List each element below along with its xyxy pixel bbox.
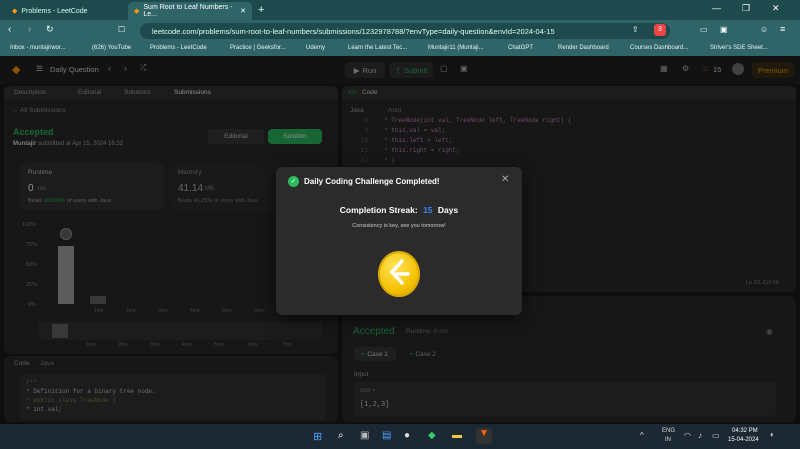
tab-problems[interactable]: ◆ Problems - LeetCode [6, 2, 124, 20]
bookmark-icon[interactable]: ☐ [118, 25, 125, 34]
github-icon[interactable]: ● [404, 430, 410, 441]
battery-icon[interactable]: ▭ [712, 431, 720, 440]
minimize-icon[interactable]: — [712, 3, 721, 13]
address-toolbar: ‹ › ↻ ☐ leetcode.com/problems/sum-root-t… [0, 20, 800, 42]
bookmark-striver[interactable]: Striver's SDE Sheet... [710, 45, 768, 51]
leetcode-icon: ◆ [12, 8, 18, 15]
language-indicator[interactable]: ENG [662, 428, 675, 434]
bookmarks-bar: Inbox - muntajirwor... (626) YouTube Pro… [0, 42, 800, 56]
bookmark-inbox[interactable]: Inbox - muntajirwor... [10, 45, 66, 51]
bookmark-geeks[interactable]: Practice | Geeksfor... [230, 45, 286, 51]
leetcode-icon: ◆ [134, 8, 140, 15]
clock-time[interactable]: 04:32 PM [732, 428, 758, 434]
notification-icon[interactable]: ◐ [770, 430, 775, 439]
clock-date: 15-04-2024 [728, 437, 759, 443]
menu-icon[interactable]: ≡ [780, 24, 785, 34]
new-tab-button[interactable]: + [258, 4, 264, 16]
volume-icon[interactable]: ♪ [698, 431, 702, 440]
task-view-icon[interactable]: ▣ [360, 430, 369, 441]
bookmark-chatgpt[interactable]: ChatGPT [508, 45, 533, 51]
close-icon[interactable]: ✕ [501, 174, 509, 185]
bookmark-youtube[interactable]: (626) YouTube [92, 45, 131, 51]
bookmark-problems[interactable]: Problems - LeetCode [150, 45, 207, 51]
streak-line: Completion Streak: 15 Days [339, 205, 459, 215]
check-icon: ✓ [288, 176, 299, 187]
reload-icon[interactable]: ↻ [46, 24, 54, 35]
bookmark-github[interactable]: Muntajir11 (Muntaji... [428, 45, 484, 51]
url-field[interactable]: leetcode.com/problems/sum-root-to-leaf-n… [140, 23, 670, 39]
windows-taskbar: ⊞ ⌕ ▣ ▤ ● ◆ ▬ ▼ ^ ENG IN ◠ ♪ ▭ 04:32 PM … [0, 424, 800, 449]
tab-label: Sum Root to Leaf Numbers - Le... [143, 4, 233, 18]
folder-icon[interactable]: ▬ [452, 430, 462, 441]
tab-label: Problems - LeetCode [21, 7, 88, 15]
wifi-icon[interactable]: ◠ [684, 431, 691, 440]
window-close-icon[interactable]: ✕ [772, 3, 780, 14]
maximize-icon[interactable]: ❐ [742, 3, 750, 14]
windows-start-icon[interactable]: ⊞ [313, 430, 322, 443]
share-icon[interactable]: ⇪ [632, 25, 639, 34]
chevron-up-icon[interactable]: ^ [640, 431, 644, 440]
bookmark-learn[interactable]: Learn the Latest Tec... [348, 45, 407, 51]
wallet-icon[interactable]: ▣ [720, 25, 728, 34]
brave-shield-icon[interactable]: 3 [654, 24, 666, 36]
search-icon[interactable]: ⌕ [338, 430, 344, 441]
profile-icon[interactable]: ☺ [760, 25, 768, 34]
coin-logo-icon [389, 259, 410, 285]
vscode-icon[interactable]: ◆ [428, 430, 436, 441]
tab-sum-root[interactable]: ◆ Sum Root to Leaf Numbers - Le... ✕ [128, 2, 252, 20]
back-icon[interactable]: ‹ [8, 24, 11, 35]
daily-challenge-modal: ✓ Daily Coding Challenge Completed! ✕ Co… [276, 167, 522, 315]
close-icon[interactable]: ✕ [240, 7, 246, 15]
bookmark-courses[interactable]: Courses Dashboard... [630, 45, 688, 51]
modal-title: Daily Coding Challenge Completed! [304, 177, 440, 186]
forward-icon[interactable]: › [28, 24, 31, 35]
sidebar-icon[interactable]: ▭ [700, 25, 708, 34]
brave-icon[interactable]: ▼ [476, 428, 492, 444]
leetcode-coin-icon [378, 251, 420, 297]
bookmark-render[interactable]: Render Dashboard [558, 45, 609, 51]
modal-subtitle: Consistency is key, see you tomorrow! [352, 223, 446, 229]
bookmark-udemy[interactable]: Udemy [306, 45, 325, 51]
browser-tab-bar: ◆ Problems - LeetCode ◆ Sum Root to Leaf… [0, 0, 800, 20]
widgets-icon[interactable]: ▤ [382, 430, 391, 441]
